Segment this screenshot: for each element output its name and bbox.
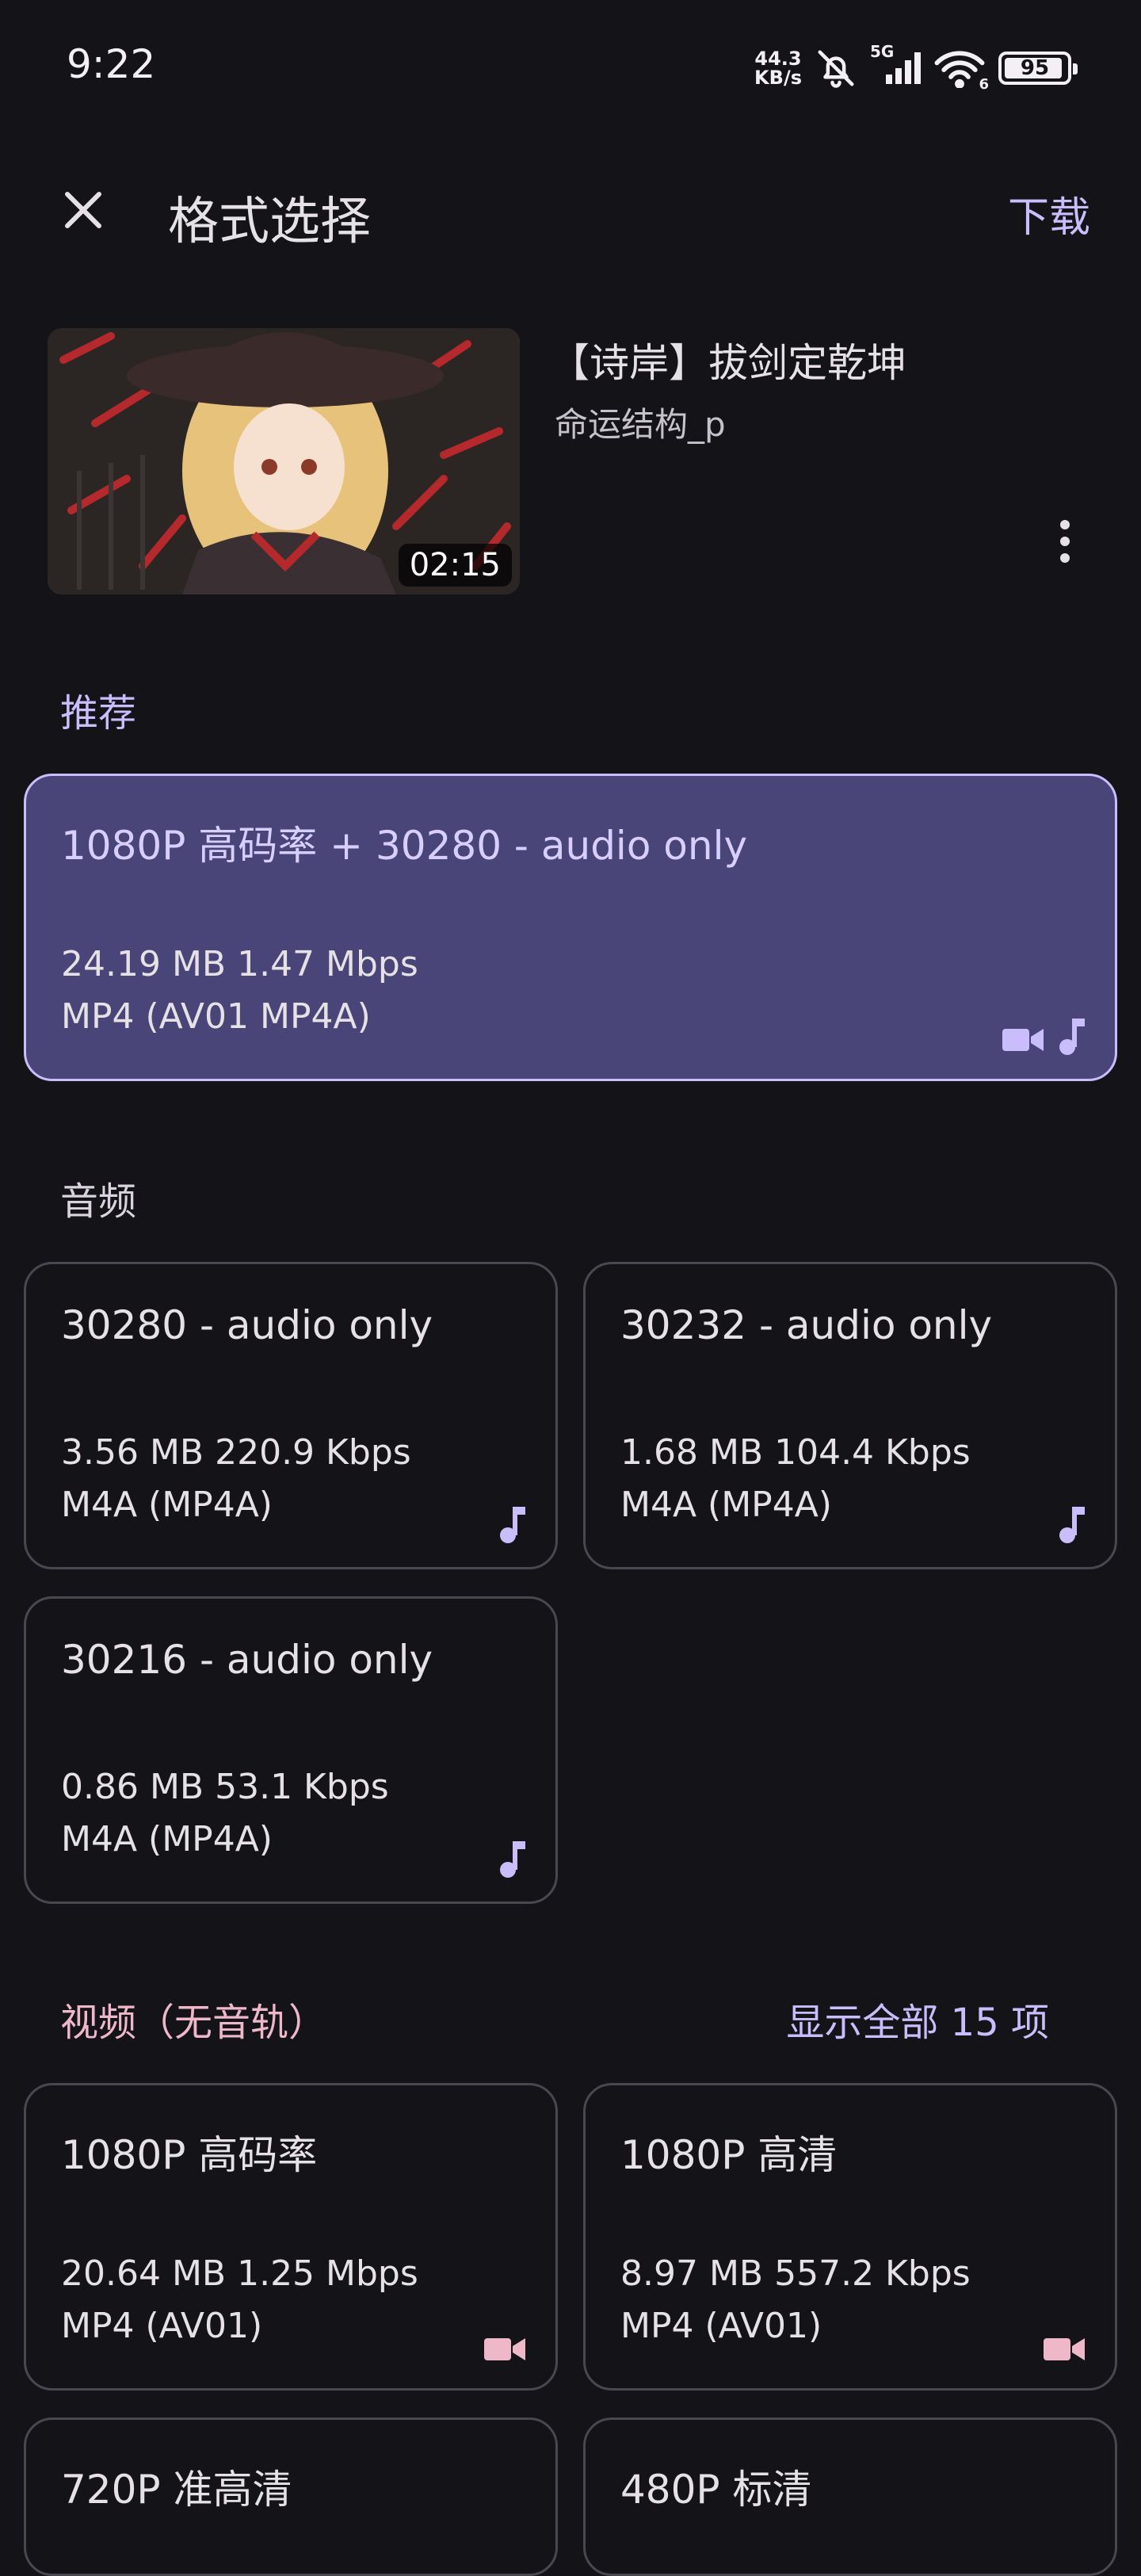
video-duration: 02:15 [398, 544, 512, 587]
format-codec: MP4 (AV01) [620, 2306, 822, 2346]
format-size: 1.68 MB 104.4 Kbps [620, 1432, 971, 1473]
format-codec: MP4 (AV01 MP4A) [61, 996, 371, 1037]
format-card-video[interactable]: 480P 标清 [583, 2417, 1117, 2576]
bell-off-icon [815, 47, 857, 90]
format-size: 24.19 MB 1.47 Mbps [61, 944, 418, 984]
music-note-icon [1058, 1019, 1085, 1055]
video-title: 【诗岸】拔剑定乾坤 [550, 340, 906, 386]
video-camera-icon [484, 2334, 525, 2364]
format-name: 30216 - audio only [61, 1637, 433, 1683]
format-codec: MP4 (AV01) [61, 2306, 263, 2346]
format-name: 720P 准高清 [61, 2467, 292, 2513]
more-options-button[interactable] [1041, 517, 1089, 566]
format-size: 3.56 MB 220.9 Kbps [61, 1432, 411, 1473]
music-note-icon [1058, 1507, 1085, 1543]
format-card-audio[interactable]: 30280 - audio only 3.56 MB 220.9 Kbps M4… [24, 1262, 558, 1569]
format-card-video[interactable]: 1080P 高码率 20.64 MB 1.25 Mbps MP4 (AV01) [24, 2083, 558, 2391]
format-codec: M4A (MP4A) [620, 1485, 832, 1525]
download-button[interactable]: 下载 [1008, 184, 1090, 243]
status-icons: 44.3 KB/s 5G 6 95 [754, 42, 1078, 93]
net-speed: 44.3 KB/s [754, 48, 802, 89]
section-video: 视频（无音轨） [60, 2001, 327, 2045]
format-codec: M4A (MP4A) [61, 1819, 273, 1859]
video-thumbnail[interactable]: 02:15 [48, 328, 520, 594]
wifi-icon: 6 [933, 48, 989, 93]
video-camera-icon [1002, 1025, 1044, 1055]
status-time: 9:22 [67, 41, 156, 87]
section-audio: 音频 [60, 1179, 137, 1224]
close-icon [59, 186, 107, 234]
section-recommended: 推荐 [60, 691, 137, 736]
music-note-icon [498, 1507, 525, 1543]
close-button[interactable] [49, 176, 117, 244]
format-name: 30280 - audio only [61, 1302, 433, 1348]
battery-indicator: 95 [998, 52, 1078, 85]
video-camera-icon [1044, 2334, 1085, 2364]
format-name: 1080P 高清 [620, 2132, 838, 2178]
format-name: 1080P 高码率 + 30280 - audio only [61, 823, 748, 869]
page-title: 格式选择 [168, 193, 371, 251]
format-name: 1080P 高码率 [61, 2132, 318, 2178]
format-name: 30232 - audio only [620, 1302, 993, 1348]
format-size: 20.64 MB 1.25 Mbps [61, 2253, 418, 2294]
format-card-audio[interactable]: 30216 - audio only 0.86 MB 53.1 Kbps M4A… [24, 1596, 558, 1904]
more-vert-icon [1060, 520, 1070, 529]
music-note-icon [498, 1841, 525, 1878]
show-all-button[interactable]: 显示全部 15 项 [786, 1991, 1049, 2047]
format-size: 8.97 MB 557.2 Kbps [620, 2253, 971, 2294]
format-name: 480P 标清 [620, 2467, 812, 2513]
format-card-video[interactable]: 720P 准高清 [24, 2417, 558, 2576]
format-card-recommended[interactable]: 1080P 高码率 + 30280 - audio only 24.19 MB … [24, 774, 1117, 1081]
format-card-audio[interactable]: 30232 - audio only 1.68 MB 104.4 Kbps M4… [583, 1262, 1117, 1569]
format-codec: M4A (MP4A) [61, 1485, 273, 1525]
format-card-video[interactable]: 1080P 高清 8.97 MB 557.2 Kbps MP4 (AV01) [583, 2083, 1117, 2391]
format-size: 0.86 MB 53.1 Kbps [61, 1767, 389, 1807]
video-uploader: 命运结构_p [555, 405, 726, 444]
cellular-signal-icon: 5G [870, 42, 921, 88]
